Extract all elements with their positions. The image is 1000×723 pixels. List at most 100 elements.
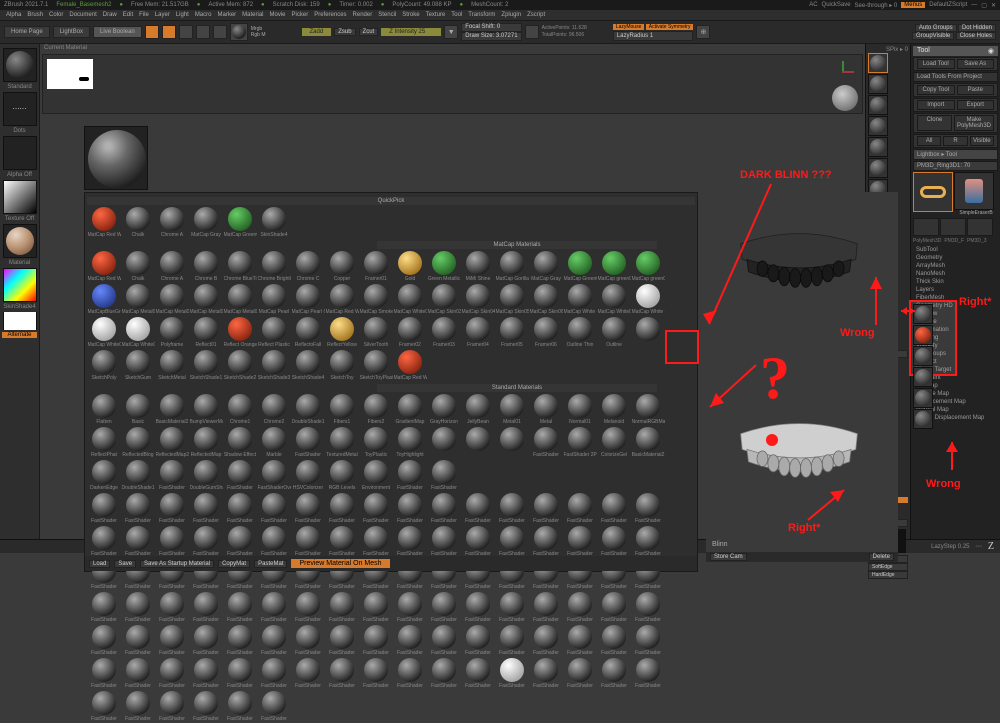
draw-icon[interactable] (162, 25, 176, 39)
brush-thumb[interactable] (868, 53, 888, 73)
material-swatch[interactable]: FastShader (631, 493, 665, 524)
material-swatch[interactable]: FastShader (87, 625, 121, 656)
tool-name-field[interactable]: PM3D_Ring3D1: 70 (913, 161, 998, 171)
material-swatch[interactable]: FastShader (529, 658, 563, 689)
material-swatch[interactable]: FastShader (563, 658, 597, 689)
material-swatch[interactable]: FastShader (631, 592, 665, 623)
material-swatch[interactable]: FastShader (155, 658, 189, 689)
material-swatch[interactable]: FastShader (393, 460, 427, 491)
material-swatch[interactable]: MatCap Skin05 (495, 284, 529, 315)
make-polymesh-button[interactable]: Make PolyMesh3D (954, 115, 994, 131)
zcut-button[interactable]: Zcut (359, 28, 379, 36)
material-swatch[interactable] (631, 317, 665, 348)
menu-item[interactable]: Picker (292, 12, 309, 18)
material-swatch[interactable]: Flatten (87, 394, 121, 425)
menu-item[interactable]: Render (353, 12, 373, 18)
brush-thumb[interactable] (868, 137, 888, 157)
material-swatch[interactable]: Framer02 (393, 317, 427, 348)
material-swatch[interactable]: MatCap Pearl (257, 284, 291, 315)
dot-hidden-button[interactable]: Dot Hidden (958, 24, 996, 32)
material-swatch[interactable]: GradientMap (393, 394, 427, 425)
material-swatch[interactable]: FastShader (325, 625, 359, 656)
material-swatch[interactable]: Chrome B (189, 251, 223, 282)
material-swatch[interactable]: MatCap White02 (597, 284, 631, 315)
material-swatch[interactable]: Green Metallic (427, 251, 461, 282)
material-swatch[interactable]: FastShader (189, 691, 223, 722)
material-swatch[interactable]: Basic (121, 394, 155, 425)
material-swatch[interactable]: FastShader (359, 625, 393, 656)
material-swatch[interactable]: FastShader (257, 526, 291, 557)
export-button[interactable]: Export (957, 100, 995, 110)
close-holes-button[interactable]: Close Holes (956, 32, 996, 40)
material-swatch[interactable]: FastShader (495, 592, 529, 623)
material-swatch[interactable]: SketchShade2 (223, 350, 257, 381)
material-swatch[interactable]: Chrome C (291, 251, 325, 282)
material-swatch[interactable]: FastShaderOverlay (257, 460, 291, 491)
copy-mat-button[interactable]: CopyMat (218, 560, 250, 568)
material-swatch[interactable]: FastShader (189, 625, 223, 656)
material-swatch[interactable]: Gold (393, 251, 427, 282)
brush-thumb[interactable] (868, 158, 888, 178)
material-swatch[interactable]: FastShader (597, 592, 631, 623)
material-swatch[interactable]: Polyframe (155, 317, 189, 348)
tool-section[interactable]: NanoMesh (913, 270, 998, 278)
group-visible-button[interactable]: GroupVisible (912, 32, 954, 40)
material-swatch[interactable]: ColorizeGel (597, 427, 631, 458)
material-swatch[interactable]: ReflectedMap (189, 427, 223, 458)
material-swatch[interactable]: FastShader (155, 460, 189, 491)
material-swatch[interactable]: FastShader (461, 493, 495, 524)
material-swatch[interactable]: Framer05 (495, 317, 529, 348)
material-swatch[interactable]: FastShader (427, 592, 461, 623)
material-swatch[interactable]: ReflectedBlog (121, 427, 155, 458)
material-swatch[interactable]: MatCapBlueGreen (87, 284, 121, 315)
material-swatch[interactable]: FastShader (359, 658, 393, 689)
menu-item[interactable]: File (139, 12, 149, 18)
menu-item[interactable]: Zplugin (501, 12, 521, 18)
material-swatch[interactable]: DarkenEdge (87, 460, 121, 491)
material-swatch[interactable]: FastShader (155, 625, 189, 656)
menu-item[interactable]: Transform (468, 12, 495, 18)
scale-icon[interactable] (196, 25, 210, 39)
material-swatch[interactable]: MatCap Metal01 (121, 284, 155, 315)
material-swatch[interactable]: FastShader (563, 592, 597, 623)
lightbox-button[interactable]: LightBox (53, 26, 90, 38)
store-cam-button[interactable]: Store Cam (710, 553, 747, 561)
material-swatch[interactable]: SketchGum (121, 350, 155, 381)
material-swatch[interactable]: FastShader (563, 493, 597, 524)
material-swatch[interactable]: FastShader (427, 658, 461, 689)
material-swatch[interactable]: MatCap Green01 (563, 251, 597, 282)
material-swatch[interactable] (495, 427, 529, 458)
material-swatch[interactable]: MatCap White04 (121, 317, 155, 348)
material-swatch[interactable]: FastShader (495, 526, 529, 557)
material-swatch[interactable] (427, 427, 461, 458)
material-large-thumb[interactable] (84, 126, 148, 190)
material-swatch[interactable]: Chrome A (155, 207, 189, 238)
tool-header[interactable]: Tool (917, 47, 930, 55)
material-swatch[interactable]: FastShader (189, 658, 223, 689)
save-button[interactable]: Save (114, 560, 136, 568)
menus-toggle[interactable]: Menus (901, 2, 925, 8)
material-swatch[interactable]: Chrome2 (257, 394, 291, 425)
material-swatch[interactable]: Melanoid (597, 394, 631, 425)
material-swatch[interactable]: SketchShade3 (257, 350, 291, 381)
material-swatch[interactable]: FastShader (257, 493, 291, 524)
live-boolean-button[interactable]: Live Boolean (93, 26, 142, 38)
material-swatch[interactable]: MatCap Smokey (359, 284, 393, 315)
tool-pin-icon[interactable]: ◉ (988, 47, 994, 55)
brush-thumb-icon[interactable] (232, 25, 246, 39)
material-swatch[interactable]: Metal01 (495, 394, 529, 425)
material-swatch[interactable]: FastShader (325, 526, 359, 557)
material-swatch[interactable]: BasicMaterial2 (631, 427, 665, 458)
material-swatch[interactable]: Framer03 (427, 317, 461, 348)
material-swatch[interactable]: FastShader (223, 592, 257, 623)
material-swatch[interactable]: FastShader (393, 625, 427, 656)
material-swatch[interactable]: MatCap Red Wax (87, 207, 121, 238)
material-swatch[interactable]: BasicMaterial2 (155, 394, 189, 425)
material-swatch[interactable]: FastShader (529, 625, 563, 656)
material-swatch[interactable]: FastShader (257, 592, 291, 623)
zadd-button[interactable]: Zadd (302, 28, 332, 36)
material-swatch[interactable]: MatCap White Clay (631, 284, 665, 315)
brush-thumb[interactable] (868, 116, 888, 136)
material-swatch[interactable]: MatCap Skin06 (529, 284, 563, 315)
material-swatch[interactable]: SketchPoly (87, 350, 121, 381)
